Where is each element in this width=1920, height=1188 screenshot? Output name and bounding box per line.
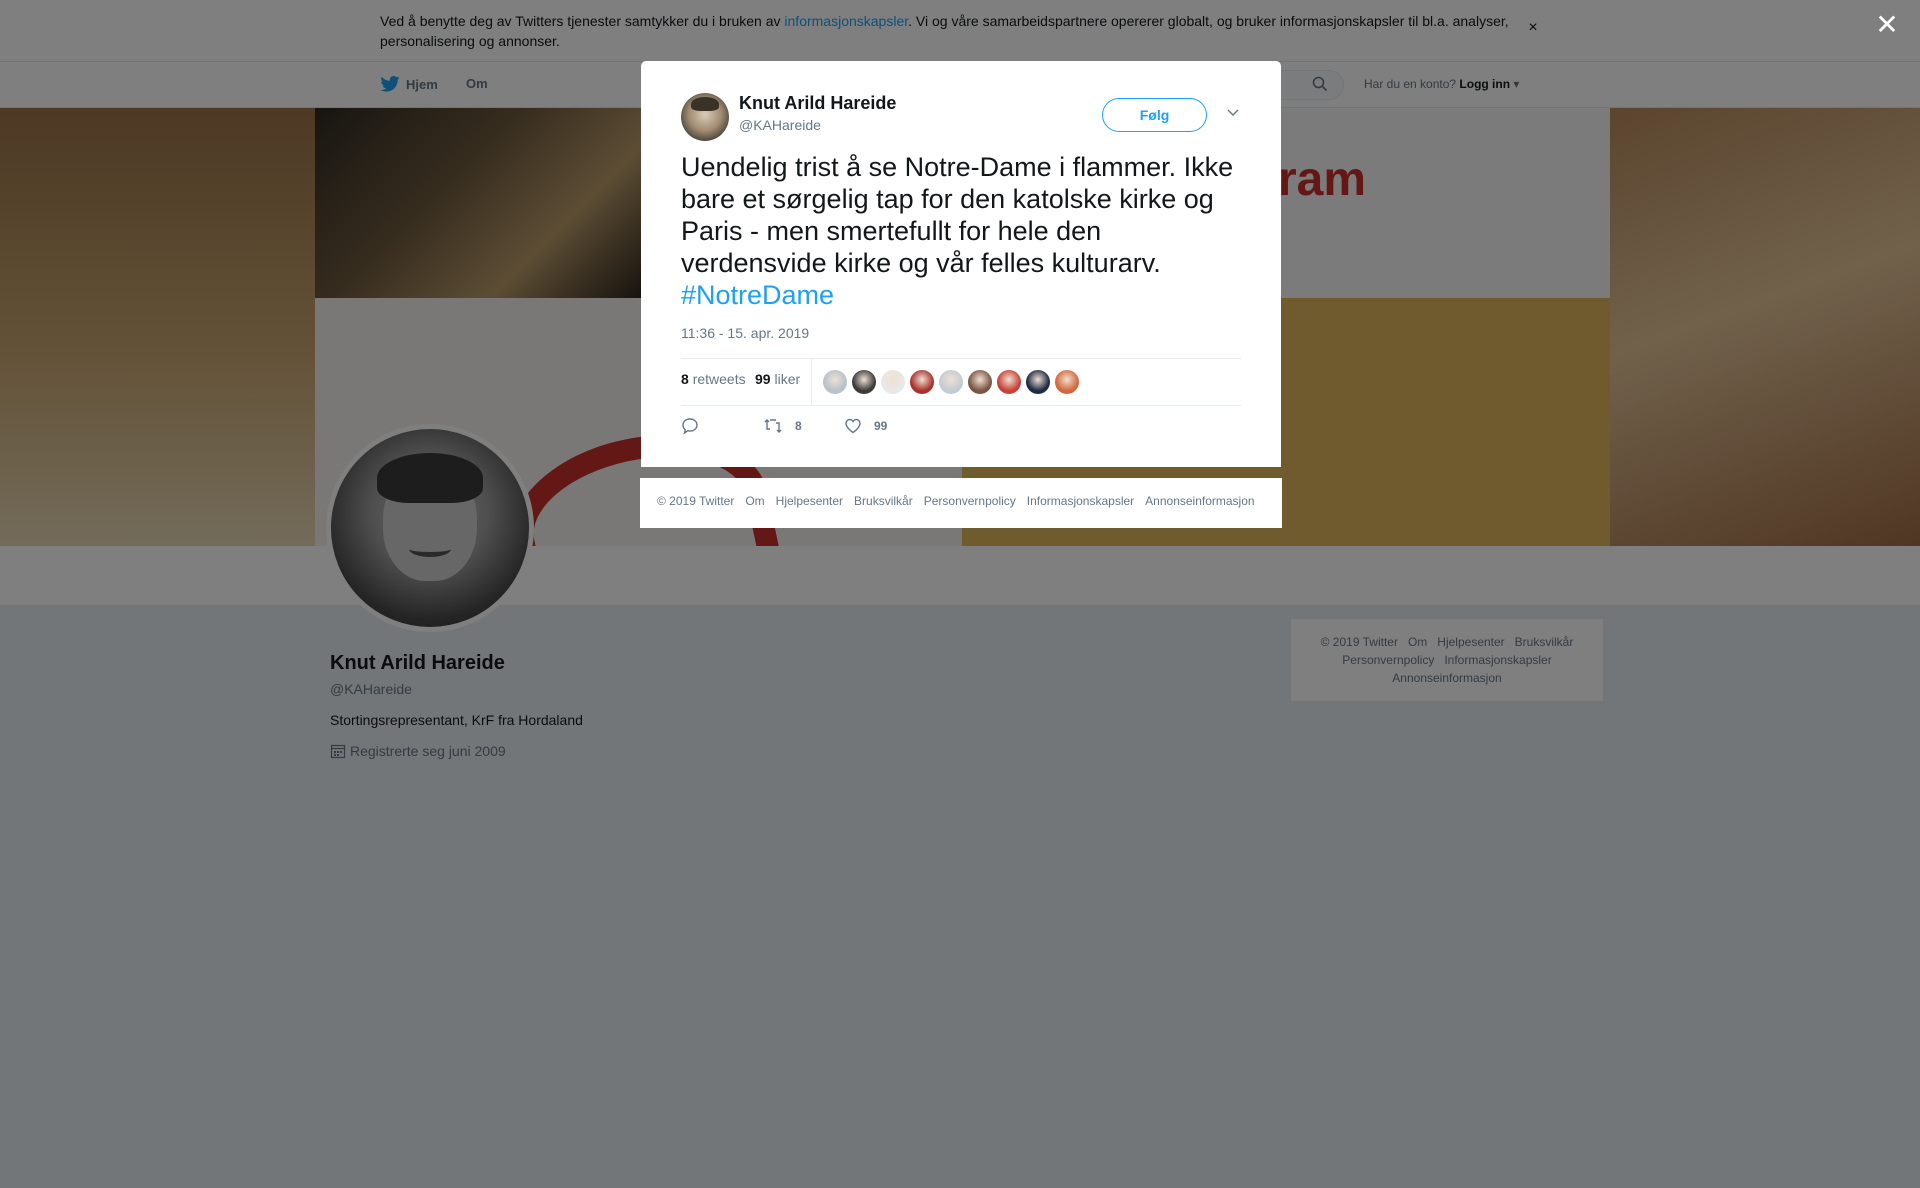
liker-avatar[interactable] bbox=[910, 370, 934, 394]
tweet-author-avatar[interactable] bbox=[681, 93, 729, 141]
tweet-timestamp[interactable]: 11:36 - 15. apr. 2019 bbox=[681, 325, 809, 341]
liker-avatar[interactable] bbox=[968, 370, 992, 394]
liker-avatar[interactable] bbox=[939, 370, 963, 394]
tweet-text: Uendelig trist å se Notre-Dame i flammer… bbox=[681, 152, 1234, 310]
retweet-button[interactable]: 8 bbox=[763, 417, 802, 435]
liker-avatar[interactable] bbox=[823, 370, 847, 394]
liker-avatar[interactable] bbox=[997, 370, 1021, 394]
tweet-author-handle[interactable]: @KAHareide bbox=[739, 117, 821, 133]
liker-avatar[interactable] bbox=[1026, 370, 1050, 394]
hashtag-link[interactable]: #NotreDame bbox=[681, 280, 834, 310]
close-overlay-button[interactable]: ✕ bbox=[1874, 11, 1900, 39]
follow-button[interactable]: Følg bbox=[1102, 98, 1207, 132]
tweet-author-name[interactable]: Knut Arild Hareide bbox=[739, 93, 896, 114]
tweet-modal: Knut Arild Hareide @KAHareide Følg Uende… bbox=[641, 61, 1281, 467]
retweets-stat[interactable]: 8 retweets bbox=[681, 371, 746, 387]
stats-divider bbox=[811, 359, 812, 405]
retweet-icon bbox=[764, 419, 782, 433]
tweet-actions: 8 99 bbox=[681, 417, 1241, 447]
liker-avatar[interactable] bbox=[852, 370, 876, 394]
chevron-down-icon[interactable] bbox=[1225, 105, 1241, 121]
heart-icon bbox=[845, 418, 861, 434]
reply-icon bbox=[682, 418, 698, 435]
footer-link[interactable]: Hjelpesenter bbox=[776, 494, 843, 508]
footer-link[interactable]: Om bbox=[745, 494, 764, 508]
footer-link[interactable]: Annonseinformasjon bbox=[1145, 494, 1254, 508]
modal-footer: © 2019 Twitter Om Hjelpesenter Bruksvilk… bbox=[640, 478, 1282, 528]
likes-stat[interactable]: 99 liker bbox=[755, 371, 800, 387]
liker-avatar[interactable] bbox=[881, 370, 905, 394]
reply-button[interactable] bbox=[681, 417, 711, 435]
liker-avatars bbox=[823, 370, 1079, 394]
footer-link[interactable]: © 2019 Twitter bbox=[657, 494, 734, 508]
liker-avatar[interactable] bbox=[1055, 370, 1079, 394]
tweet-stats: 8 retweets 99 liker bbox=[681, 358, 1241, 406]
footer-link[interactable]: Bruksvilkår bbox=[854, 494, 913, 508]
footer-link[interactable]: Informasjonskapsler bbox=[1027, 494, 1134, 508]
like-button[interactable]: 99 bbox=[844, 417, 887, 435]
footer-link[interactable]: Personvernpolicy bbox=[924, 494, 1016, 508]
